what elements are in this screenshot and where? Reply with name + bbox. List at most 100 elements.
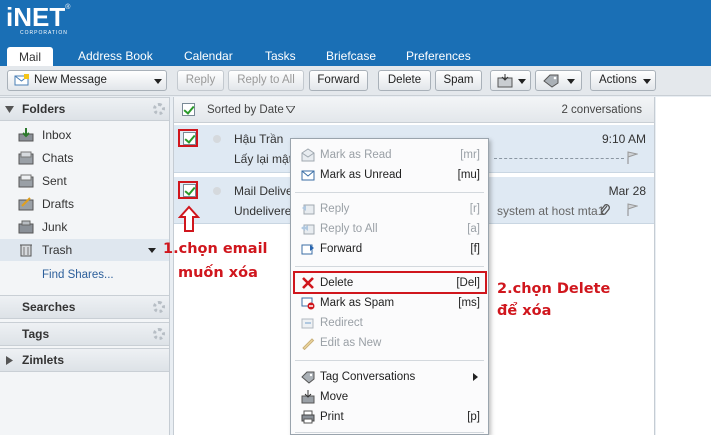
message-time: 9:10 AM (601, 132, 646, 146)
annotation-step-2: 2.chọn Delete để xóa (497, 278, 610, 322)
menu-item-label: Forward (320, 243, 363, 255)
move-icon (301, 390, 315, 404)
actions-label: Actions (599, 74, 637, 86)
sent-icon (18, 174, 34, 188)
flag-icon[interactable] (626, 151, 638, 164)
tab-preferences[interactable]: Preferences (406, 47, 471, 66)
menu-item-tag-conversations[interactable]: Tag Conversations (291, 367, 488, 387)
annotation-step-1-line-1: 1.chọn email (163, 241, 268, 257)
mark-unread-icon (301, 170, 315, 181)
sidebar-item-sent[interactable]: Sent (0, 170, 169, 192)
menu-item-reply[interactable]: Reply [r] (291, 199, 488, 219)
collapse-arrow-icon[interactable] (5, 106, 14, 113)
sort-label[interactable]: Sorted by Date (207, 97, 284, 123)
sidebar-item-trash[interactable]: Trash (0, 239, 169, 261)
chevron-down-icon[interactable] (154, 79, 162, 84)
tab-calendar[interactable]: Calendar (184, 47, 233, 66)
sidebar-item-junk[interactable]: Junk (0, 216, 169, 238)
mark-read-icon (301, 148, 315, 162)
spam-button[interactable]: Spam (435, 70, 482, 91)
reply-all-icon (301, 224, 315, 235)
menu-item-shortcut: [mu] (457, 169, 480, 181)
tag-icon (543, 74, 559, 88)
gear-icon[interactable] (153, 103, 165, 115)
top-header-bar: iNET® CORPORATION Mail Address Book Cale… (0, 0, 711, 67)
print-icon (301, 410, 315, 424)
new-message-icon (14, 74, 29, 86)
chevron-down-icon (643, 79, 651, 84)
tags-header-label: Tags (22, 327, 50, 341)
zimlets-header[interactable]: Zimlets (0, 348, 169, 372)
menu-item-move[interactable]: Move (291, 387, 488, 407)
mail-toolbar: New Message Reply Reply to All Forward D… (0, 66, 711, 96)
message-time: Mar 28 (608, 184, 646, 198)
menu-item-edit-as-new[interactable]: Edit as New (291, 333, 488, 353)
message-sender: Mail Deliver (234, 184, 297, 198)
sidebar-item-inbox[interactable]: Inbox (0, 124, 169, 146)
reply-icon (302, 204, 315, 215)
move-dropdown-button[interactable] (490, 70, 531, 91)
logo-text: iNET (6, 2, 66, 32)
sidebar-item-label: Inbox (42, 128, 72, 142)
chevron-down-icon (518, 79, 526, 84)
menu-item-forward[interactable]: Forward [f] (291, 239, 488, 259)
reading-pane (656, 97, 711, 435)
zimlets-header-label: Zimlets (22, 353, 65, 367)
tab-briefcase[interactable]: Briefcase (326, 47, 376, 66)
unread-dot-icon[interactable] (213, 135, 221, 143)
sidebar-item-drafts[interactable]: Drafts (0, 193, 169, 215)
logo-registered-mark: ® (65, 4, 71, 11)
tab-address-book[interactable]: Address Book (78, 47, 153, 66)
message-subject: Undelivered (234, 204, 299, 218)
menu-item-label: Reply (320, 203, 350, 215)
logo-subtitle: CORPORATION (20, 30, 68, 36)
left-sidebar: Folders Inbox Chats Sent Drafts Junk Tra… (0, 97, 170, 435)
actions-button[interactable]: Actions (590, 70, 656, 91)
menu-item-shortcut: [mr] (460, 149, 480, 161)
sidebar-item-label: Sent (42, 174, 67, 188)
flag-icon[interactable] (626, 203, 638, 216)
annotation-step-2-line-2: để xóa (497, 303, 552, 319)
tags-header[interactable]: Tags (0, 322, 169, 346)
menu-item-label: Mark as Read (320, 149, 392, 161)
chevron-down-icon[interactable] (148, 248, 156, 253)
folders-header[interactable]: Folders (0, 97, 169, 121)
menu-item-redirect[interactable]: Redirect (291, 313, 488, 333)
sidebar-item-label: Chats (42, 151, 74, 165)
delete-button[interactable]: Delete (378, 70, 431, 91)
menu-item-label: Reply to All (320, 223, 378, 235)
inet-logo[interactable]: iNET® CORPORATION (6, 4, 70, 36)
menu-item-label: Mark as Spam (320, 297, 395, 309)
new-message-button[interactable]: New Message (7, 70, 167, 91)
menu-item-print[interactable]: Print [p] (291, 407, 488, 427)
menu-item-mark-as-read[interactable]: Mark as Read [mr] (291, 145, 488, 165)
tab-mail[interactable]: Mail (7, 47, 54, 67)
unread-dot-icon[interactable] (213, 187, 221, 195)
forward-button[interactable]: Forward (309, 70, 368, 91)
menu-item-mark-as-unread[interactable]: Mark as Unread [mu] (291, 165, 488, 185)
annotation-step-2-line-1: 2.chọn Delete (497, 281, 611, 297)
gear-icon[interactable] (153, 328, 165, 340)
trash-icon (20, 244, 32, 257)
sidebar-item-chats[interactable]: Chats (0, 147, 169, 169)
reply-all-button[interactable]: Reply to All (228, 70, 304, 91)
expand-arrow-icon[interactable] (6, 356, 13, 365)
message-list-header: Sorted by Date 2 conversations (174, 97, 654, 123)
searches-header[interactable]: Searches (0, 295, 169, 319)
menu-item-label: Edit as New (320, 337, 382, 349)
sort-arrow-icon[interactable] (286, 106, 295, 113)
select-all-checkbox[interactable] (182, 103, 195, 116)
gear-icon[interactable] (153, 301, 165, 313)
tag-dropdown-button[interactable] (535, 70, 582, 91)
new-message-label: New Message (34, 74, 107, 86)
menu-item-label: Mark as Unread (320, 169, 402, 181)
arrow-up-icon (178, 205, 200, 232)
menu-item-mark-as-spam[interactable]: Mark as Spam [ms] (291, 293, 488, 313)
folders-header-label: Folders (22, 102, 66, 116)
reply-button[interactable]: Reply (177, 70, 224, 91)
move-folder-icon (497, 74, 513, 88)
menu-item-reply-to-all[interactable]: Reply to All [a] (291, 219, 488, 239)
find-shares-link[interactable]: Find Shares... (0, 264, 169, 286)
menu-item-label: Tag Conversations (320, 371, 416, 383)
tab-tasks[interactable]: Tasks (265, 47, 296, 66)
